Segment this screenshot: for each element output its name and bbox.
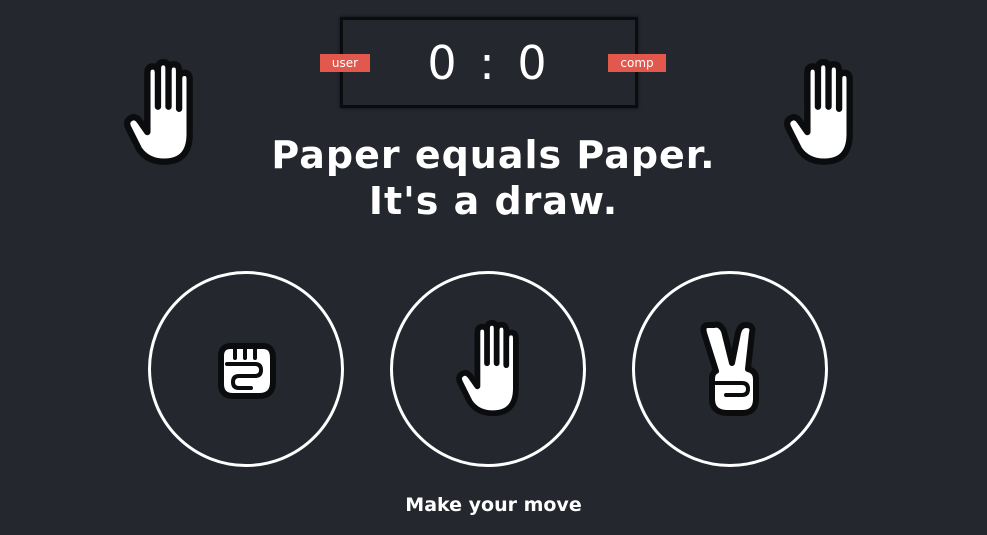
make-move-prompt: Make your move — [405, 494, 582, 516]
result-message: Paper equals Paper. It's a draw. — [0, 132, 987, 224]
result-line-2: It's a draw. — [368, 179, 619, 223]
rock-button[interactable] — [148, 271, 344, 467]
paper-hand-icon — [445, 319, 531, 419]
result-line-1: Paper equals Paper. — [271, 133, 716, 177]
comp-score-badge: comp — [608, 54, 666, 72]
scissors-hand-icon — [700, 321, 759, 416]
paper-button[interactable] — [390, 271, 586, 467]
score-display: 0 : 0 — [427, 36, 551, 90]
rock-fist-icon — [218, 343, 276, 399]
scoreboard: user 0 : 0 comp — [320, 17, 666, 108]
scissors-button[interactable] — [632, 271, 828, 467]
